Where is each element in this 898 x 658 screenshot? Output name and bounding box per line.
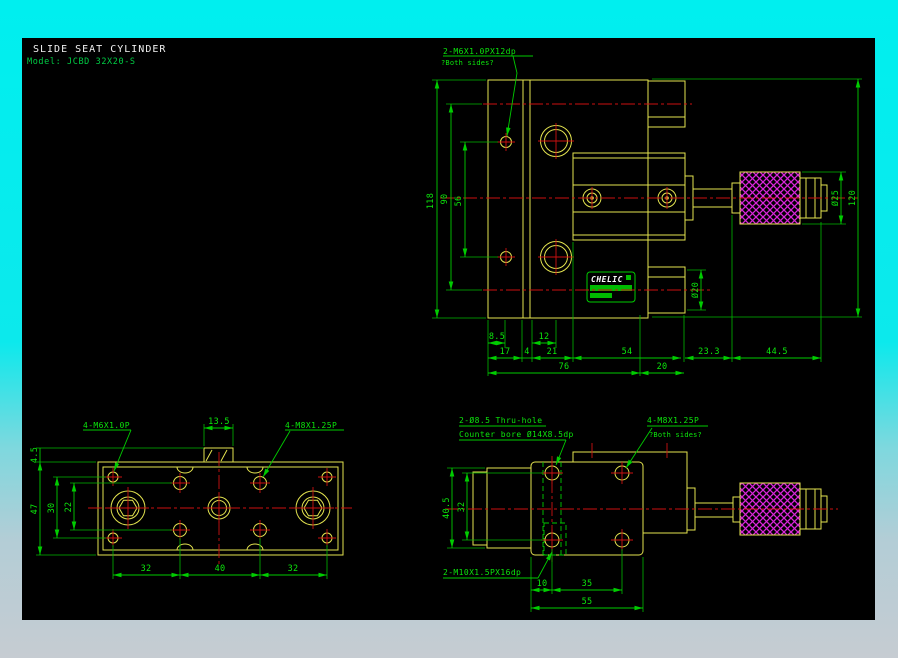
dim-4: 4 [524, 347, 529, 357]
dim-56: 56 [454, 196, 464, 207]
brand-logo-text: CHELIC [591, 275, 623, 284]
note-m10: 2-M10X1.5PX16dp [443, 568, 521, 577]
dim-12: 12 [539, 332, 550, 342]
note-both-sides: ?Both sides? [441, 59, 494, 67]
dim-4-5: 4.5 [30, 447, 40, 463]
dim-35: 35 [582, 579, 593, 589]
cad-application-window: SLIDE SEAT CYLINDER Model: JCBD 32X20-S [0, 0, 898, 658]
nameplate-bar-2 [590, 293, 612, 298]
dim-8-5: 8.5 [489, 332, 505, 342]
dim-10: 10 [537, 579, 548, 589]
dim-54: 54 [622, 347, 633, 357]
note-m8-both-sides: ?Both sides? [649, 431, 702, 439]
dim-21: 21 [547, 347, 558, 357]
brand-nameplate: CHELIC [586, 271, 636, 303]
dim-20: 20 [657, 362, 668, 372]
dim-32: 32 [457, 502, 467, 513]
dim-55: 55 [582, 597, 593, 607]
dim-118: 118 [426, 193, 436, 209]
cad-drawing: SLIDE SEAT CYLINDER Model: JCBD 32X20-S [0, 0, 898, 658]
note-m6-thread: 2-M6X1.0PX12dp [443, 47, 516, 56]
dim-32a: 32 [141, 564, 152, 574]
dim-32b: 32 [288, 564, 299, 574]
dim-40: 40 [215, 564, 226, 574]
note-counter-bore: Counter bore Ø14X8.5dp [459, 429, 574, 439]
dim-dia20: Ø20 [690, 282, 701, 298]
dim-44-5: 44.5 [766, 347, 788, 357]
dim-47: 47 [30, 504, 40, 515]
dim-90: 90 [440, 194, 450, 205]
brand-mark-icon [626, 275, 631, 280]
dim-40-5: 40.5 [442, 497, 452, 519]
dim-30: 30 [47, 503, 57, 514]
dim-dia25: Ø25 [830, 190, 841, 206]
drawing-model: Model: JCBD 32X20-S [27, 57, 136, 67]
drawing-title: SLIDE SEAT CYLINDER [33, 44, 166, 55]
note-thru-hole: 2-Ø8.5 Thru-hole [459, 415, 542, 425]
dim-13-5: 13.5 [208, 417, 230, 427]
dim-120: 120 [848, 190, 858, 206]
dim-76: 76 [559, 362, 570, 372]
note-m8-side: 4-M8X1.25P [647, 416, 699, 425]
note-4-m8: 4-M8X1.25P [285, 421, 337, 430]
dim-22: 22 [64, 502, 74, 513]
dim-23-3: 23.3 [698, 347, 720, 357]
note-4-m6: 4-M6X1.0P [83, 421, 130, 430]
dim-17: 17 [500, 347, 511, 357]
